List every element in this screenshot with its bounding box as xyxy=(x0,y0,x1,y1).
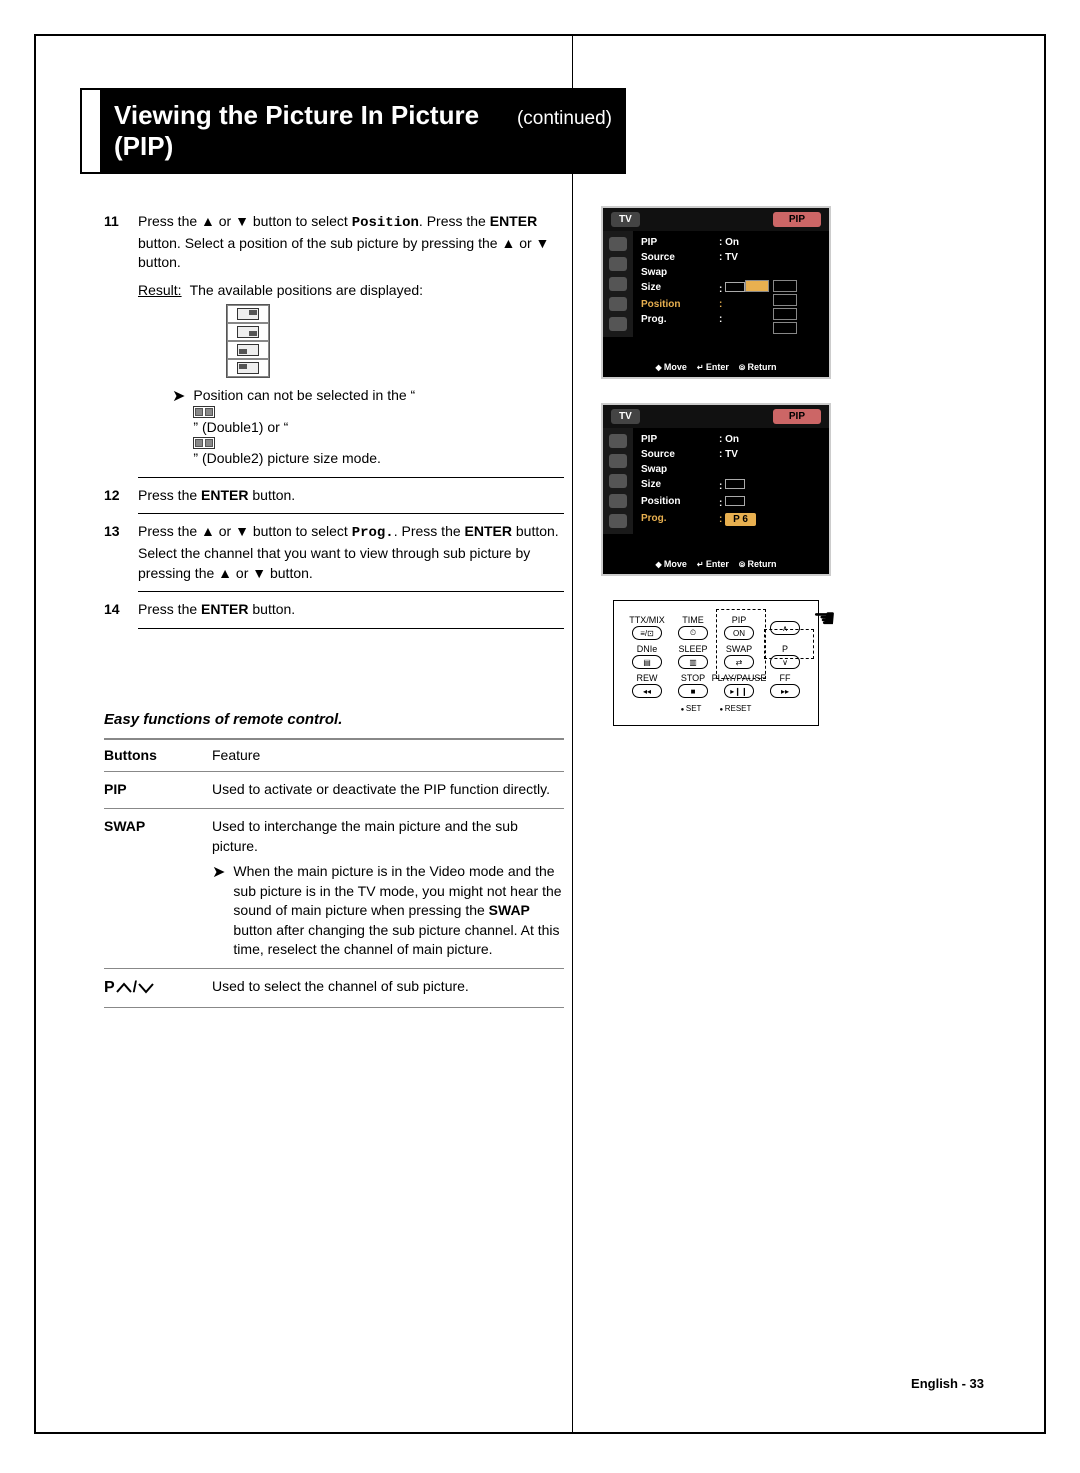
remote-btn-sleep[interactable]: ▥ xyxy=(678,655,708,669)
remote-btn-down[interactable]: ∨ xyxy=(770,655,800,669)
remote-btn-up[interactable]: ∧ xyxy=(770,621,800,635)
result-label: Result: xyxy=(138,281,182,301)
remote-btn-rew[interactable]: ◂◂ xyxy=(632,684,662,698)
remote-btn-stop[interactable]: ■ xyxy=(678,684,708,698)
remote-diagram: ☚ TTX/MIX≡/⊡ TIME⏲ PIPON ∧ DNIe▤ SLEEP▥ … xyxy=(613,600,819,726)
remote-btn-pip[interactable]: ON xyxy=(724,626,754,640)
remote-label-sleep: SLEEP xyxy=(678,644,707,654)
osd-hint-return: Return xyxy=(739,559,777,570)
step-number: 14 xyxy=(104,600,128,620)
position-note: Position can not be selected in the “” (… xyxy=(193,386,415,469)
position-icon-top-left xyxy=(237,362,259,374)
osd-screenshot-position: TV PIP PIP: On Source: TV Swap Size: Pos… xyxy=(601,206,831,379)
osd-screenshot-prog: TV PIP PIP: On Source: TV Swap Size: Pos… xyxy=(601,403,831,576)
osd-sidebar-icons xyxy=(603,231,633,337)
osd-tab-pip: PIP xyxy=(773,212,821,227)
remote-btn-ttxmix[interactable]: ≡/⊡ xyxy=(632,626,662,640)
remote-btn-time[interactable]: ⏲ xyxy=(678,626,708,640)
size-icon xyxy=(725,479,745,489)
note-arrow-icon: ➤ xyxy=(212,862,225,960)
remote-label-time: TIME xyxy=(682,615,704,625)
page-title: Viewing the Picture In Picture (PIP) xyxy=(114,100,509,162)
osd-hint-move: Move xyxy=(656,362,687,373)
remote-label-ff: FF xyxy=(780,673,791,683)
button-name-p-up-down: P/ xyxy=(104,977,204,999)
remote-label-swap: SWAP xyxy=(726,644,752,654)
remote-label-pip: PIP xyxy=(732,615,747,625)
pointing-hand-icon: ☚ xyxy=(813,603,836,634)
osd-hint-move: Move xyxy=(656,559,687,570)
remote-label-reset: RESET xyxy=(719,704,751,713)
buttons-table: Buttons Feature PIP Used to activate or … xyxy=(104,738,564,1009)
position-icon xyxy=(725,496,745,506)
remote-btn-swap[interactable]: ⇄ xyxy=(724,655,754,669)
note-arrow-icon: ➤ xyxy=(172,386,185,469)
button-name-swap: SWAP xyxy=(104,817,204,837)
osd-tab-pip: PIP xyxy=(773,409,821,424)
col-header-feature: Feature xyxy=(212,746,564,766)
step-13: 13 Press the ▲ or ▼ button to select Pro… xyxy=(104,522,564,583)
step-12: 12 Press the ENTER button. xyxy=(104,486,564,506)
instruction-column: 11 Press the ▲ or ▼ button to select Pos… xyxy=(104,206,564,1008)
button-name-pip: PIP xyxy=(104,780,204,800)
step-11: 11 Press the ▲ or ▼ button to select Pos… xyxy=(104,212,564,469)
table-row: P/ Used to select the channel of sub pic… xyxy=(104,969,564,1008)
remote-btn-playpause[interactable]: ▸❙❙ xyxy=(724,684,754,698)
illustrations-column: TV PIP PIP: On Source: TV Swap Size: Pos… xyxy=(594,206,838,726)
osd-hint-enter: Enter xyxy=(697,559,729,570)
osd-position-row: Position xyxy=(641,299,711,310)
step-number: 12 xyxy=(104,486,128,506)
position-icon-bottom-right xyxy=(237,326,259,338)
osd-hint-enter: Enter xyxy=(697,362,729,373)
easy-functions-heading: Easy functions of remote control. xyxy=(104,709,564,730)
remote-label-set: SET xyxy=(681,704,702,713)
position-icon-top-right xyxy=(237,308,259,320)
remote-btn-ff[interactable]: ▸▸ xyxy=(770,684,800,698)
position-options-grid xyxy=(226,304,270,378)
double1-icon xyxy=(193,406,215,418)
remote-btn-dnie[interactable]: ▤ xyxy=(632,655,662,669)
position-options xyxy=(745,280,815,334)
page-frame: Viewing the Picture In Picture (PIP) (co… xyxy=(34,34,1046,1434)
remote-label-dnie: DNIe xyxy=(637,644,658,654)
page-footer: English - 33 xyxy=(911,1376,984,1391)
table-row: PIP Used to activate or deactivate the P… xyxy=(104,772,564,809)
step-14: 14 Press the ENTER button. xyxy=(104,600,564,620)
osd-tab-tv: TV xyxy=(611,212,640,227)
step-number: 11 xyxy=(104,212,128,469)
double2-icon xyxy=(193,437,215,449)
table-row: SWAP Used to interchange the main pictur… xyxy=(104,809,564,969)
remote-label-rew: REW xyxy=(637,673,658,683)
size-icon xyxy=(725,282,745,292)
osd-sidebar-icons xyxy=(603,428,633,534)
column-divider xyxy=(572,36,573,1432)
title-continued: (continued) xyxy=(517,108,612,130)
osd-prog-row: Prog. xyxy=(641,513,711,526)
position-icon-bottom-left xyxy=(237,344,259,356)
osd-hint-return: Return xyxy=(739,362,777,373)
title-bar: Viewing the Picture In Picture (PIP) (co… xyxy=(100,88,626,174)
remote-label-stop: STOP xyxy=(681,673,705,683)
remote-label-ttxmix: TTX/MIX xyxy=(629,615,665,625)
remote-label-p: P xyxy=(782,644,788,654)
remote-label-playpause: PLAY/PAUSE xyxy=(712,673,767,683)
prog-selected-badge: P 6 xyxy=(725,513,756,526)
osd-tab-tv: TV xyxy=(611,409,640,424)
col-header-buttons: Buttons xyxy=(104,746,204,766)
step-number: 13 xyxy=(104,522,128,583)
